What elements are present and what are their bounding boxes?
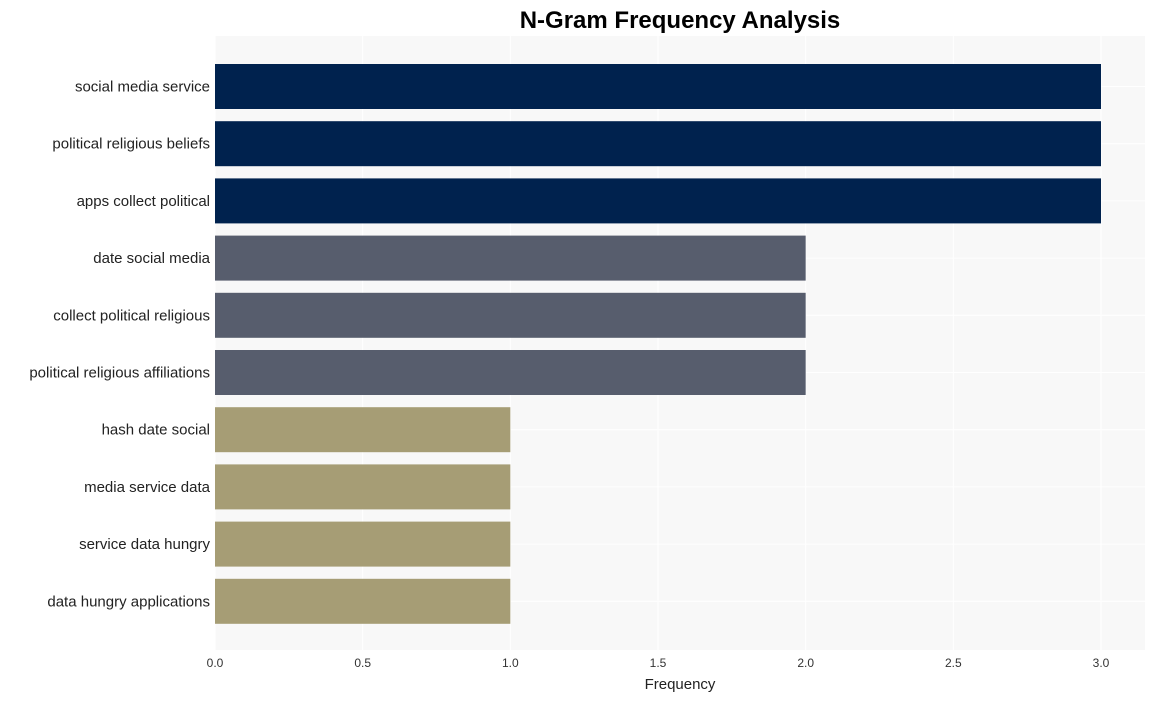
x-tick-label: 1.5 [650,656,667,670]
x-tick-labels: 0.0 0.5 1.0 1.5 2.0 2.5 3.0 [207,656,1110,670]
x-tick-label: 0.5 [354,656,371,670]
bar [215,121,1101,167]
bar [215,521,511,567]
bar [215,64,1101,109]
y-tick-label: apps collect political [77,193,210,210]
bar [215,235,806,281]
bar [215,578,511,624]
bar [215,407,511,453]
bar [215,464,511,510]
y-tick-label: data hungry applications [47,593,210,610]
bar [215,178,1101,224]
y-tick-label: social media service [75,79,210,96]
x-tick-label: 2.0 [797,656,814,670]
y-tick-label: political religious affiliations [29,365,210,382]
x-tick-label: 0.0 [207,656,224,670]
y-tick-label: service data hungry [79,536,210,553]
x-axis-label: Frequency [645,676,716,693]
y-tick-labels: social media service political religious … [29,79,210,611]
x-tick-label: 2.5 [945,656,962,670]
x-tick-label: 3.0 [1093,656,1110,670]
y-tick-label: hash date social [102,422,210,439]
x-tick-label: 1.0 [502,656,519,670]
ngram-bar-chart: social media service political religious … [29,7,1145,693]
chart-title: N-Gram Frequency Analysis [520,7,841,34]
y-tick-label: date social media [93,250,210,267]
bar [215,350,806,395]
y-tick-label: political religious beliefs [52,136,210,153]
bar [215,292,806,338]
y-tick-label: media service data [84,479,211,496]
y-tick-label: collect political religious [53,307,210,324]
